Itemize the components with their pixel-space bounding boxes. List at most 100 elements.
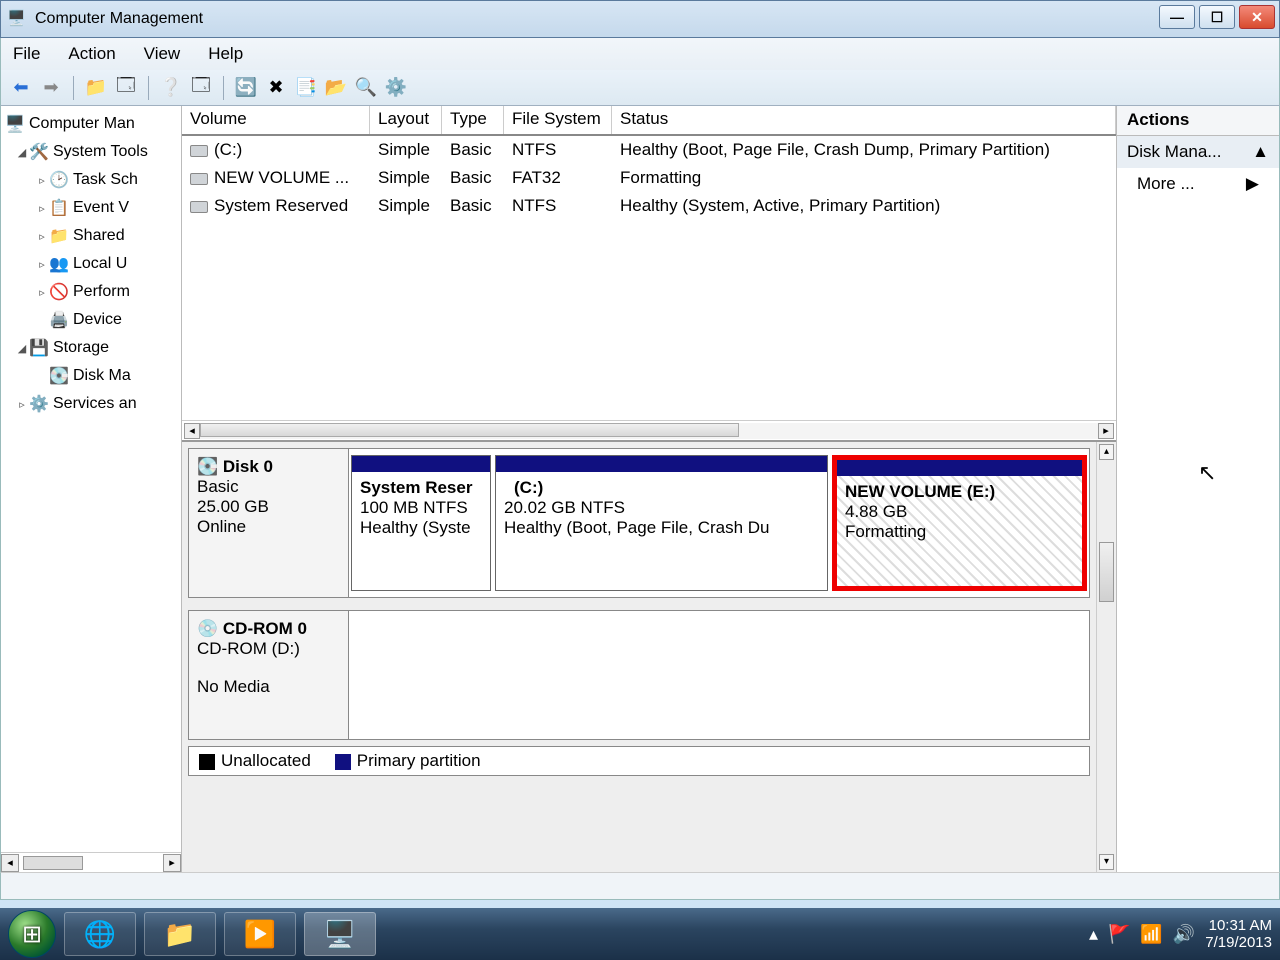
volume-row[interactable]: NEW VOLUME ... Simple Basic FAT32 Format… xyxy=(182,164,1116,192)
scroll-thumb[interactable] xyxy=(1099,542,1114,602)
scroll-left-icon[interactable]: ◂ xyxy=(184,423,200,439)
open-icon[interactable]: 📂 xyxy=(324,76,348,100)
partition-c[interactable]: (C:) 20.02 GB NTFS Healthy (Boot, Page F… xyxy=(495,455,828,591)
volume-list-header: Volume Layout Type File System Status xyxy=(182,106,1116,136)
scroll-left-icon[interactable]: ◂ xyxy=(1,854,19,872)
expand-icon[interactable]: ▹ xyxy=(35,286,49,299)
collapse-icon[interactable]: ▲ xyxy=(1252,142,1269,162)
forward-icon[interactable]: ➡ xyxy=(39,76,63,100)
taskbar-computer-management[interactable]: 🖥️ xyxy=(304,912,376,956)
taskbar-media-player[interactable]: ▶️ xyxy=(224,912,296,956)
col-status[interactable]: Status xyxy=(612,106,1116,134)
tree-label: System Tools xyxy=(53,143,148,161)
taskbar-ie[interactable]: 🌐 xyxy=(64,912,136,956)
close-button[interactable]: ✕ xyxy=(1239,5,1275,29)
window-title: Computer Management xyxy=(35,10,203,28)
explore-icon[interactable]: 🔍 xyxy=(354,76,378,100)
tree-storage[interactable]: ◢💾Storage xyxy=(1,334,181,362)
center-pane: Volume Layout Type File System Status (C… xyxy=(182,106,1117,872)
tree-local-users[interactable]: ▹👥Local U xyxy=(1,250,181,278)
help-icon[interactable]: ❔ xyxy=(159,76,183,100)
tree-label: Storage xyxy=(53,339,109,357)
tree-shared-folders[interactable]: ▹📁Shared xyxy=(1,222,181,250)
actions-header: Actions xyxy=(1117,106,1279,136)
scroll-down-icon[interactable]: ▾ xyxy=(1099,854,1114,870)
disk-vscrollbar[interactable]: ▴ ▾ xyxy=(1096,442,1116,872)
col-volume[interactable]: Volume xyxy=(182,106,370,134)
maximize-button[interactable]: ☐ xyxy=(1199,5,1235,29)
tray-date: 7/19/2013 xyxy=(1205,934,1272,951)
back-icon[interactable]: ⬅ xyxy=(9,76,33,100)
actions-more[interactable]: More ... ▶ xyxy=(1117,168,1279,200)
folder-up-icon[interactable]: 📁 xyxy=(84,76,108,100)
show-hide-action-pane-icon[interactable]: 🗔 xyxy=(189,76,213,100)
tray-flag-icon[interactable]: 🚩 xyxy=(1108,924,1130,945)
volume-hscrollbar[interactable]: ◂ ▸ xyxy=(182,420,1116,440)
expand-icon[interactable]: ▹ xyxy=(35,202,49,215)
partition-size: 20.02 GB NTFS xyxy=(504,498,819,518)
computer-icon: 🖥️ xyxy=(5,114,25,134)
settings-icon[interactable]: ⚙️ xyxy=(384,76,408,100)
partition-status: Formatting xyxy=(845,522,1074,542)
menu-action[interactable]: Action xyxy=(68,44,115,64)
start-button[interactable] xyxy=(8,910,56,958)
scroll-up-icon[interactable]: ▴ xyxy=(1099,444,1114,460)
tray-network-icon[interactable]: 📶 xyxy=(1140,924,1162,945)
partition-status: Healthy (Syste xyxy=(360,518,482,538)
cdrom-info: 💿 CD-ROM 0 CD-ROM (D:) No Media xyxy=(189,611,349,739)
users-icon: 👥 xyxy=(49,254,69,274)
legend: Unallocated Primary partition xyxy=(188,746,1090,776)
expand-icon[interactable]: ▹ xyxy=(35,258,49,271)
col-filesystem[interactable]: File System xyxy=(504,106,612,134)
expand-icon[interactable]: ◢ xyxy=(15,146,29,159)
tray-clock[interactable]: 10:31 AM 7/19/2013 xyxy=(1205,917,1272,951)
scroll-thumb[interactable] xyxy=(200,423,739,437)
app-icon: 🖥️ xyxy=(7,9,27,29)
tree-system-tools[interactable]: ◢ 🛠️ System Tools xyxy=(1,138,181,166)
cdrom-type: CD-ROM (D:) xyxy=(197,639,340,659)
disk-state: Online xyxy=(197,517,340,537)
partition-size: 100 MB NTFS xyxy=(360,498,482,518)
scroll-right-icon[interactable]: ▸ xyxy=(163,854,181,872)
cdrom-row[interactable]: 💿 CD-ROM 0 CD-ROM (D:) No Media xyxy=(188,610,1090,740)
properties-icon[interactable]: 📑 xyxy=(294,76,318,100)
menu-view[interactable]: View xyxy=(144,44,181,64)
tree-disk-management[interactable]: 💽Disk Ma xyxy=(1,362,181,390)
volume-layout: Simple xyxy=(370,195,442,217)
partition-name: NEW VOLUME (E:) xyxy=(845,482,1074,502)
taskbar: 🌐 📁 ▶️ 🖥️ ▴ 🚩 📶 🔊 10:31 AM 7/19/2013 xyxy=(0,908,1280,960)
partition-system-reserved[interactable]: System Reser 100 MB NTFS Healthy (Syste xyxy=(351,455,491,591)
col-type[interactable]: Type xyxy=(442,106,504,134)
scroll-right-icon[interactable]: ▸ xyxy=(1098,423,1114,439)
tray-volume-icon[interactable]: 🔊 xyxy=(1173,924,1195,945)
tree-hscrollbar[interactable]: ◂ ▸ xyxy=(1,852,181,872)
tree-root[interactable]: 🖥️ Computer Man xyxy=(1,110,181,138)
tree-task-scheduler[interactable]: ▹🕑Task Sch xyxy=(1,166,181,194)
menu-file[interactable]: File xyxy=(13,44,40,64)
delete-icon[interactable]: ✖ xyxy=(264,76,288,100)
volume-type: Basic xyxy=(442,167,504,189)
taskbar-explorer[interactable]: 📁 xyxy=(144,912,216,956)
volume-row[interactable]: (C:) Simple Basic NTFS Healthy (Boot, Pa… xyxy=(182,136,1116,164)
tree-performance[interactable]: ▹🚫Perform xyxy=(1,278,181,306)
tree-services[interactable]: ▹⚙️Services an xyxy=(1,390,181,418)
expand-icon[interactable]: ▹ xyxy=(15,398,29,411)
col-layout[interactable]: Layout xyxy=(370,106,442,134)
refresh-icon[interactable]: 🔄 xyxy=(234,76,258,100)
clock-icon: 🕑 xyxy=(49,170,69,190)
expand-icon[interactable]: ◢ xyxy=(15,342,29,355)
show-hide-console-tree-icon[interactable]: 🗔 xyxy=(114,76,138,100)
scroll-thumb[interactable] xyxy=(23,856,83,870)
volume-row[interactable]: System Reserved Simple Basic NTFS Health… xyxy=(182,192,1116,220)
disk-row[interactable]: 💽 Disk 0 Basic 25.00 GB Online System Re… xyxy=(188,448,1090,598)
tray-show-hidden-icon[interactable]: ▴ xyxy=(1089,924,1098,945)
tree-device-manager[interactable]: 🖨️Device xyxy=(1,306,181,334)
actions-disk-management[interactable]: Disk Mana... ▲ xyxy=(1117,136,1279,168)
expand-icon[interactable]: ▹ xyxy=(35,230,49,243)
minimize-button[interactable]: — xyxy=(1159,5,1195,29)
expand-icon[interactable]: ▹ xyxy=(35,174,49,187)
menu-help[interactable]: Help xyxy=(208,44,243,64)
partition-new-volume-e[interactable]: NEW VOLUME (E:) 4.88 GB Formatting xyxy=(832,455,1087,591)
tree-event-viewer[interactable]: ▹📋Event V xyxy=(1,194,181,222)
partition-name: System Reser xyxy=(360,478,482,498)
